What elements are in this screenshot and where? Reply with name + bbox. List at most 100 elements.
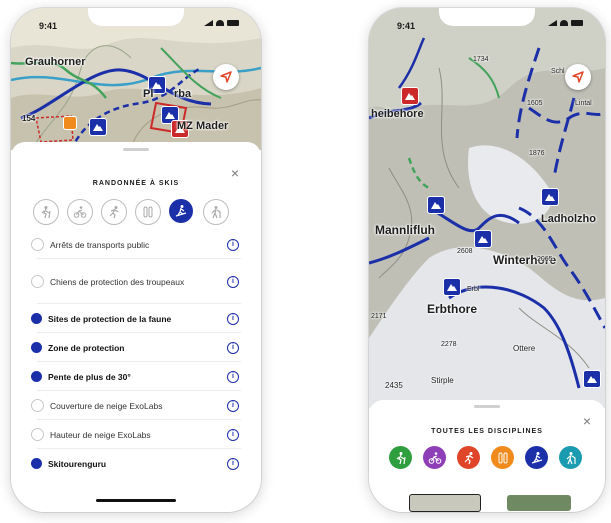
- clock: 9:41: [39, 21, 58, 31]
- layer-label: Skitourenguru: [48, 458, 107, 469]
- map-label: 1734: [473, 56, 489, 63]
- close-button[interactable]: ×: [583, 414, 591, 428]
- map-label: 2171: [371, 313, 387, 320]
- map-label: Lintal: [575, 100, 592, 107]
- info-icon[interactable]: i: [227, 238, 239, 251]
- layer-label: Chiens de protection des troupeaux: [50, 276, 185, 287]
- sheet-handle[interactable]: [123, 148, 149, 151]
- basemap-thumbnail-satellite[interactable]: [507, 495, 571, 511]
- hut-marker[interactable]: [89, 118, 107, 136]
- map-label: Schl: [551, 68, 565, 75]
- map-label: 1876: [529, 150, 545, 157]
- layer-row-transport[interactable]: Arrêts de transports public i: [31, 230, 241, 259]
- panel-title: RANDONNÉE À SKIS: [92, 180, 180, 187]
- map-label: 2065: [537, 256, 553, 263]
- info-icon[interactable]: i: [227, 399, 239, 412]
- layer-label: Arrêts de transports public: [50, 239, 150, 250]
- basemap-thumbnail-topo[interactable]: [409, 494, 481, 512]
- signal-icon: [548, 20, 557, 26]
- snowshoe-icon: [498, 452, 507, 463]
- phone-ski-touring-layers: Grauhorner Pl rba 154 MZ Mader 9:41 × RA…: [11, 8, 261, 512]
- system-icons: [548, 20, 583, 26]
- map-label: 154: [22, 114, 36, 123]
- info-icon[interactable]: i: [227, 370, 239, 383]
- layer-list: Arrêts de transports public i Chiens de …: [31, 230, 241, 478]
- discipline-running[interactable]: [101, 199, 127, 225]
- mountain-bike-icon: [428, 451, 441, 464]
- battery-icon: [571, 20, 583, 26]
- discipline-running[interactable]: [457, 446, 480, 469]
- phone-all-disciplines: heibehore Mannlifluh Winterhore Ladholzh…: [369, 8, 605, 512]
- layer-row-snow-depth[interactable]: Hauteur de neige ExoLabs i: [31, 420, 241, 449]
- location-arrow-icon: [220, 71, 232, 83]
- discipline-winter-hiking[interactable]: [203, 199, 229, 225]
- map-label: Pl: [143, 88, 154, 100]
- ski-touring-icon: [531, 451, 542, 464]
- layer-row-snow-cover[interactable]: Couverture de neige ExoLabs i: [31, 391, 241, 420]
- map-label: Ottere: [513, 344, 536, 353]
- locate-me-button[interactable]: [565, 64, 591, 90]
- ski-touring-icon: [175, 205, 187, 217]
- winter-hiking-icon: [211, 206, 221, 219]
- wifi-icon: [560, 20, 568, 26]
- discipline-snowshoe[interactable]: [135, 199, 161, 225]
- map-label: MZ Mader: [177, 120, 229, 132]
- map-label: heibehore: [371, 108, 424, 120]
- map-label: Erbthore: [427, 302, 478, 316]
- hut-marker[interactable]: [541, 188, 559, 206]
- info-icon[interactable]: i: [227, 457, 239, 470]
- hut-marker[interactable]: [401, 87, 419, 105]
- layer-checkbox[interactable]: [31, 275, 44, 288]
- discipline-mountain-bike[interactable]: [423, 446, 446, 469]
- sheet-handle[interactable]: [474, 405, 500, 408]
- discipline-ski-touring[interactable]: [169, 199, 193, 223]
- discipline-winter-hiking[interactable]: [559, 446, 582, 469]
- layer-row-protection-zone[interactable]: Zone de protection i: [31, 333, 241, 362]
- info-icon[interactable]: i: [227, 275, 239, 288]
- layer-checkbox-checked[interactable]: [31, 313, 42, 324]
- map-label: Erbl: [467, 286, 480, 293]
- discipline-hiking[interactable]: [33, 199, 59, 225]
- layer-checkbox[interactable]: [31, 238, 44, 251]
- map-label: Mannlifluh: [375, 223, 435, 237]
- layer-checkbox[interactable]: [31, 399, 44, 412]
- disciplines-panel: × TOUTES LES DISCIPLINES: [369, 400, 605, 512]
- discipline-mountain-bike[interactable]: [67, 199, 93, 225]
- map-label: 2435: [385, 381, 403, 390]
- locate-me-button[interactable]: [213, 64, 239, 90]
- layer-checkbox-checked[interactable]: [31, 342, 42, 353]
- layer-row-dogs[interactable]: Chiens de protection des troupeaux i: [31, 259, 241, 304]
- hut-marker[interactable]: [443, 278, 461, 296]
- layer-checkbox-checked[interactable]: [31, 458, 42, 469]
- hut-marker[interactable]: [427, 196, 445, 214]
- notch: [88, 8, 184, 26]
- hut-marker[interactable]: [583, 370, 601, 388]
- system-icons: [204, 20, 239, 26]
- panel-title: TOUTES LES DISCIPLINES: [431, 428, 543, 435]
- hiking-icon: [396, 451, 406, 464]
- mountain-bike-icon: [73, 206, 87, 218]
- hiking-icon: [41, 206, 51, 219]
- info-icon[interactable]: i: [227, 341, 239, 354]
- layer-row-wildlife[interactable]: Sites de protection de la faune i: [31, 304, 241, 333]
- home-indicator[interactable]: [96, 499, 176, 502]
- discipline-snowshoe[interactable]: [491, 446, 514, 469]
- layer-label: Pente de plus de 30°: [48, 371, 131, 382]
- layer-checkbox-checked[interactable]: [31, 371, 42, 382]
- hut-marker[interactable]: [474, 230, 492, 248]
- winter-hiking-icon: [566, 451, 576, 464]
- layer-row-skitourenguru[interactable]: Skitourenguru i: [31, 449, 241, 478]
- poi-marker[interactable]: [63, 116, 77, 130]
- running-icon: [464, 451, 473, 464]
- notch: [439, 8, 535, 26]
- map-label: Ladholzho: [541, 213, 596, 225]
- close-button[interactable]: ×: [231, 166, 239, 180]
- discipline-ski-touring[interactable]: [525, 446, 548, 469]
- layer-checkbox[interactable]: [31, 428, 44, 441]
- info-icon[interactable]: i: [227, 312, 239, 325]
- discipline-hiking[interactable]: [389, 446, 412, 469]
- map-label: rba: [174, 88, 192, 100]
- map-label: 2278: [441, 341, 457, 348]
- info-icon[interactable]: i: [227, 428, 239, 441]
- layer-row-slope[interactable]: Pente de plus de 30° i: [31, 362, 241, 391]
